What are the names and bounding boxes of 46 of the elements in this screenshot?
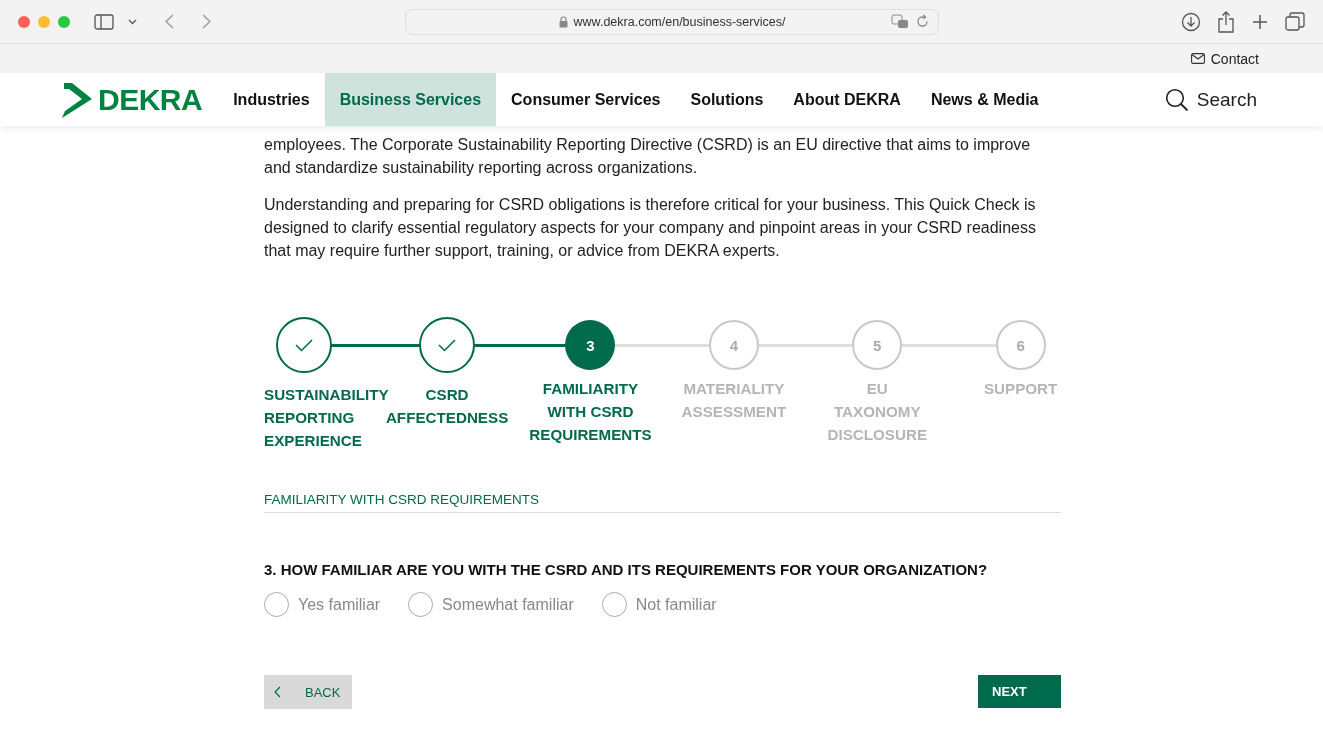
download-icon[interactable] xyxy=(1181,11,1201,32)
sidebar-icon[interactable] xyxy=(94,13,114,30)
nav-item[interactable]: About DEKRA xyxy=(778,73,916,126)
next-button[interactable]: NEXT xyxy=(978,675,1061,708)
close-window-button[interactable] xyxy=(18,15,30,28)
minimize-window-button[interactable] xyxy=(38,15,50,28)
nav-item[interactable]: Solutions xyxy=(675,73,779,126)
step-label: SUPPORT xyxy=(983,379,1058,399)
logo-text: DEKRA xyxy=(98,82,203,117)
intro-paragraph: Understanding and preparing for CSRD obligations is therefore critical for your business. This Quick Check is designed to clarify essential regulatory aspects for your company and pinpoint areas in your CSRD readiness that may require further support, training, or advice from DEKRA experts. xyxy=(264,195,1037,261)
step-number: 3 xyxy=(586,336,595,354)
lock-icon xyxy=(558,15,568,28)
intro-paragraph: employees. The Corporate Sustainability Reporting Directive (CSRD) is an EU directive that aims to improve and standardize sustainability reporting across organizations. xyxy=(264,135,1032,178)
contact-link[interactable]: Contact xyxy=(1210,50,1259,67)
step-number: 6 xyxy=(1016,336,1025,354)
nav-item[interactable]: Business Services xyxy=(324,73,497,126)
step-label: EU TAXONOMY DISCLOSURE xyxy=(827,379,928,445)
zoom-window-button[interactable] xyxy=(58,15,70,28)
question-text: 3. HOW FAMILIAR ARE YOU WITH THE CSRD AND ITS REQUIREMENTS FOR YOUR ORGANIZATION? xyxy=(264,561,989,578)
nav-item[interactable]: News & Media xyxy=(915,73,1054,126)
envelope-icon xyxy=(1190,53,1205,64)
search-icon[interactable] xyxy=(1164,87,1189,112)
step-number: 5 xyxy=(873,336,882,354)
chevron-down-icon[interactable] xyxy=(128,18,137,25)
checkmark-icon xyxy=(295,338,313,352)
option-label[interactable]: Somewhat familiar xyxy=(442,595,574,614)
option-label[interactable]: Yes familiar xyxy=(298,595,381,614)
search-link[interactable]: Search xyxy=(1196,88,1257,111)
address-bar[interactable]: www.dekra.com/en/business-services/ xyxy=(405,8,939,35)
step-label: FAMILIARITY WITH CSRD REQUIREMENTS xyxy=(529,379,652,445)
url-text: www.dekra.com/en/business-services/ xyxy=(573,14,786,29)
section-title: FAMILIARITY WITH CSRD REQUIREMENTS xyxy=(264,492,1061,513)
step-number: 4 xyxy=(729,336,739,354)
plus-icon[interactable] xyxy=(1251,12,1269,31)
checkmark-icon xyxy=(438,338,457,352)
step-label: MATERIALITY ASSESSMENT xyxy=(681,379,787,422)
chevron-left-icon xyxy=(274,686,281,698)
option-label[interactable]: Not familiar xyxy=(635,595,717,614)
reload-icon[interactable] xyxy=(915,13,930,29)
tabs-icon[interactable] xyxy=(1285,11,1305,32)
nav-item[interactable]: Industries xyxy=(218,73,325,126)
nav-item[interactable]: Consumer Services xyxy=(496,73,676,126)
logo-icon xyxy=(60,80,93,119)
translate-icon[interactable] xyxy=(891,13,909,30)
back-button[interactable]: BACK xyxy=(264,675,353,709)
share-icon[interactable] xyxy=(1217,10,1235,33)
